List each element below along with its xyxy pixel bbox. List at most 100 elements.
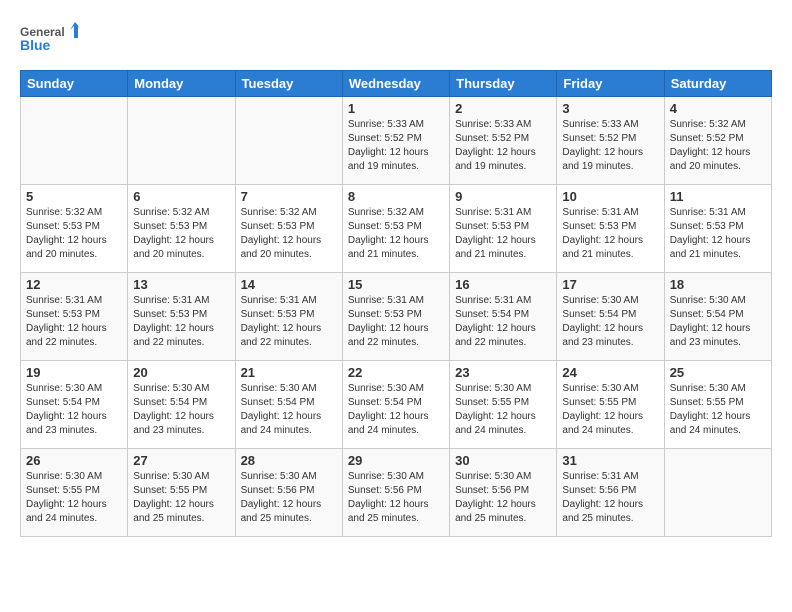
day-number: 7: [241, 189, 337, 204]
calendar-day-20: 20 Sunrise: 5:30 AM Sunset: 5:54 PM Dayli…: [128, 361, 235, 449]
calendar-day-16: 16 Sunrise: 5:31 AM Sunset: 5:54 PM Dayli…: [450, 273, 557, 361]
calendar-empty-cell: [128, 97, 235, 185]
day-number: 9: [455, 189, 551, 204]
day-number: 26: [26, 453, 122, 468]
calendar-day-4: 4 Sunrise: 5:32 AM Sunset: 5:52 PM Daylig…: [664, 97, 771, 185]
day-header-wednesday: Wednesday: [342, 71, 449, 97]
calendar-week-row: 1 Sunrise: 5:33 AM Sunset: 5:52 PM Daylig…: [21, 97, 772, 185]
day-number: 2: [455, 101, 551, 116]
calendar-week-row: 12 Sunrise: 5:31 AM Sunset: 5:53 PM Dayli…: [21, 273, 772, 361]
day-info: Sunrise: 5:30 AM Sunset: 5:56 PM Dayligh…: [455, 470, 551, 526]
calendar-day-24: 24 Sunrise: 5:30 AM Sunset: 5:55 PM Dayli…: [557, 361, 664, 449]
day-info: Sunrise: 5:32 AM Sunset: 5:53 PM Dayligh…: [241, 206, 337, 262]
calendar-day-7: 7 Sunrise: 5:32 AM Sunset: 5:53 PM Daylig…: [235, 185, 342, 273]
day-info: Sunrise: 5:30 AM Sunset: 5:54 PM Dayligh…: [133, 382, 229, 438]
calendar-day-27: 27 Sunrise: 5:30 AM Sunset: 5:55 PM Dayli…: [128, 449, 235, 537]
logo: General Blue: [20, 20, 80, 60]
calendar-day-25: 25 Sunrise: 5:30 AM Sunset: 5:55 PM Dayli…: [664, 361, 771, 449]
day-header-sunday: Sunday: [21, 71, 128, 97]
day-header-tuesday: Tuesday: [235, 71, 342, 97]
day-info: Sunrise: 5:30 AM Sunset: 5:55 PM Dayligh…: [670, 382, 766, 438]
day-header-monday: Monday: [128, 71, 235, 97]
calendar-day-21: 21 Sunrise: 5:30 AM Sunset: 5:54 PM Dayli…: [235, 361, 342, 449]
calendar-day-22: 22Sunrise: 5:30 AM Sunset: 5:54 PM Dayli…: [342, 361, 449, 449]
calendar-day-17: 17 Sunrise: 5:30 AM Sunset: 5:54 PM Dayli…: [557, 273, 664, 361]
svg-text:Blue: Blue: [20, 37, 51, 53]
calendar-day-18: 18 Sunrise: 5:30 AM Sunset: 5:54 PM Dayli…: [664, 273, 771, 361]
calendar-day-10: 10 Sunrise: 5:31 AM Sunset: 5:53 PM Dayli…: [557, 185, 664, 273]
day-number: 11: [670, 189, 766, 204]
day-number: 18: [670, 277, 766, 292]
day-number: 1: [348, 101, 444, 116]
day-number: 10: [562, 189, 658, 204]
day-number: 16: [455, 277, 551, 292]
day-info: Sunrise: 5:30 AM Sunset: 5:56 PM Dayligh…: [348, 470, 444, 526]
day-number: 17: [562, 277, 658, 292]
day-number: 4: [670, 101, 766, 116]
day-number: 6: [133, 189, 229, 204]
day-info: Sunrise: 5:31 AM Sunset: 5:53 PM Dayligh…: [562, 206, 658, 262]
calendar-day-8: 8Sunrise: 5:32 AM Sunset: 5:53 PM Daylig…: [342, 185, 449, 273]
calendar-day-12: 12 Sunrise: 5:31 AM Sunset: 5:53 PM Dayli…: [21, 273, 128, 361]
day-number: 27: [133, 453, 229, 468]
day-number: 20: [133, 365, 229, 380]
day-info: Sunrise: 5:33 AM Sunset: 5:52 PM Dayligh…: [455, 118, 551, 174]
calendar-table: SundayMondayTuesdayWednesdayThursdayFrid…: [20, 70, 772, 537]
calendar-day-5: 5 Sunrise: 5:32 AM Sunset: 5:53 PM Daylig…: [21, 185, 128, 273]
day-number: 24: [562, 365, 658, 380]
day-info: Sunrise: 5:33 AM Sunset: 5:52 PM Dayligh…: [562, 118, 658, 174]
day-info: Sunrise: 5:31 AM Sunset: 5:53 PM Dayligh…: [241, 294, 337, 350]
calendar-empty-cell: [21, 97, 128, 185]
day-info: Sunrise: 5:30 AM Sunset: 5:55 PM Dayligh…: [133, 470, 229, 526]
day-number: 21: [241, 365, 337, 380]
day-number: 30: [455, 453, 551, 468]
calendar-week-row: 26 Sunrise: 5:30 AM Sunset: 5:55 PM Dayli…: [21, 449, 772, 537]
day-info: Sunrise: 5:30 AM Sunset: 5:54 PM Dayligh…: [562, 294, 658, 350]
calendar-header-row: SundayMondayTuesdayWednesdayThursdayFrid…: [21, 71, 772, 97]
day-info: Sunrise: 5:30 AM Sunset: 5:56 PM Dayligh…: [241, 470, 337, 526]
calendar-day-29: 29Sunrise: 5:30 AM Sunset: 5:56 PM Dayli…: [342, 449, 449, 537]
day-number: 13: [133, 277, 229, 292]
day-info: Sunrise: 5:30 AM Sunset: 5:54 PM Dayligh…: [670, 294, 766, 350]
day-number: 28: [241, 453, 337, 468]
calendar-day-14: 14Sunrise: 5:31 AM Sunset: 5:53 PM Dayli…: [235, 273, 342, 361]
day-info: Sunrise: 5:30 AM Sunset: 5:55 PM Dayligh…: [26, 470, 122, 526]
calendar-day-26: 26 Sunrise: 5:30 AM Sunset: 5:55 PM Dayli…: [21, 449, 128, 537]
day-info: Sunrise: 5:31 AM Sunset: 5:53 PM Dayligh…: [670, 206, 766, 262]
day-info: Sunrise: 5:32 AM Sunset: 5:53 PM Dayligh…: [133, 206, 229, 262]
calendar-empty-cell: [664, 449, 771, 537]
day-number: 15: [348, 277, 444, 292]
day-header-friday: Friday: [557, 71, 664, 97]
day-number: 22: [348, 365, 444, 380]
day-info: Sunrise: 5:32 AM Sunset: 5:53 PM Dayligh…: [26, 206, 122, 262]
day-number: 23: [455, 365, 551, 380]
day-info: Sunrise: 5:30 AM Sunset: 5:55 PM Dayligh…: [562, 382, 658, 438]
day-info: Sunrise: 5:31 AM Sunset: 5:54 PM Dayligh…: [455, 294, 551, 350]
header: General Blue: [20, 20, 772, 60]
day-header-saturday: Saturday: [664, 71, 771, 97]
day-info: Sunrise: 5:31 AM Sunset: 5:53 PM Dayligh…: [455, 206, 551, 262]
calendar-day-31: 31 Sunrise: 5:31 AM Sunset: 5:56 PM Dayli…: [557, 449, 664, 537]
day-header-thursday: Thursday: [450, 71, 557, 97]
calendar-day-2: 2 Sunrise: 5:33 AM Sunset: 5:52 PM Daylig…: [450, 97, 557, 185]
calendar-day-30: 30 Sunrise: 5:30 AM Sunset: 5:56 PM Dayli…: [450, 449, 557, 537]
day-number: 5: [26, 189, 122, 204]
calendar-day-6: 6 Sunrise: 5:32 AM Sunset: 5:53 PM Daylig…: [128, 185, 235, 273]
calendar-day-11: 11 Sunrise: 5:31 AM Sunset: 5:53 PM Dayli…: [664, 185, 771, 273]
calendar-empty-cell: [235, 97, 342, 185]
day-info: Sunrise: 5:31 AM Sunset: 5:53 PM Dayligh…: [348, 294, 444, 350]
day-number: 25: [670, 365, 766, 380]
day-info: Sunrise: 5:30 AM Sunset: 5:54 PM Dayligh…: [26, 382, 122, 438]
day-info: Sunrise: 5:33 AM Sunset: 5:52 PM Dayligh…: [348, 118, 444, 174]
calendar-day-1: 1 Sunrise: 5:33 AM Sunset: 5:52 PM Daylig…: [342, 97, 449, 185]
calendar-day-13: 13Sunrise: 5:31 AM Sunset: 5:53 PM Dayli…: [128, 273, 235, 361]
day-number: 19: [26, 365, 122, 380]
day-info: Sunrise: 5:31 AM Sunset: 5:56 PM Dayligh…: [562, 470, 658, 526]
day-info: Sunrise: 5:31 AM Sunset: 5:53 PM Dayligh…: [26, 294, 122, 350]
day-info: Sunrise: 5:30 AM Sunset: 5:55 PM Dayligh…: [455, 382, 551, 438]
calendar-day-23: 23 Sunrise: 5:30 AM Sunset: 5:55 PM Dayli…: [450, 361, 557, 449]
day-info: Sunrise: 5:32 AM Sunset: 5:52 PM Dayligh…: [670, 118, 766, 174]
day-number: 31: [562, 453, 658, 468]
day-number: 12: [26, 277, 122, 292]
day-info: Sunrise: 5:30 AM Sunset: 5:54 PM Dayligh…: [241, 382, 337, 438]
